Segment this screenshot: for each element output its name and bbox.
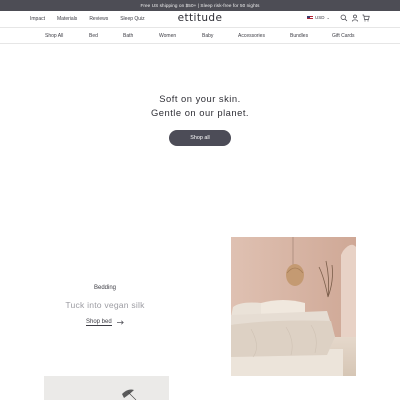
currency-selector[interactable]: USD ⌄ [307, 15, 330, 20]
bedding-headline: Tuck into vegan silk [65, 300, 145, 310]
currency-label: USD [315, 15, 325, 20]
bedroom-illustration [231, 237, 356, 376]
category-bundles[interactable]: Bundles [290, 33, 308, 39]
category-nav: Shop All Bed Bath Women Baby Accessories… [0, 27, 400, 44]
category-accessories[interactable]: Accessories [238, 33, 265, 39]
us-flag-icon [307, 15, 313, 20]
shop-bed-link[interactable]: Shop bed [86, 319, 124, 326]
promo-text: Free US shipping on $50+ | Sleep risk-fr… [140, 3, 260, 8]
hero-section: Soft on your skin. Gentle on our planet. [0, 92, 400, 119]
category-baby[interactable]: Baby [202, 33, 213, 39]
promo-banner: Free US shipping on $50+ | Sleep risk-fr… [0, 0, 400, 11]
bedding-eyebrow: Bedding [93, 285, 117, 291]
category-bed[interactable]: Bed [89, 33, 98, 39]
category-gift-cards[interactable]: Gift Cards [332, 33, 355, 39]
account-icon[interactable] [351, 14, 359, 22]
hero-heading-line1: Soft on your skin. [159, 93, 241, 104]
site-header: Impact Materials Reviews Sleep Quiz etti… [0, 11, 400, 27]
product-photo[interactable] [44, 376, 169, 400]
search-icon[interactable] [340, 14, 348, 22]
category-shop-all[interactable]: Shop All [45, 33, 63, 39]
category-women[interactable]: Women [159, 33, 176, 39]
header-icons [340, 14, 370, 22]
bedroom-photo[interactable] [231, 237, 356, 376]
category-bath[interactable]: Bath [123, 33, 133, 39]
hero-heading-line2: Gentle on our planet. [150, 106, 250, 118]
cart-icon[interactable] [362, 14, 370, 22]
chevron-down-icon: ⌄ [326, 15, 330, 20]
shop-bed-label: Shop bed [86, 319, 112, 326]
bedding-promo: Bedding Tuck into vegan silk Shop bed [0, 285, 210, 326]
arrow-right-icon [116, 320, 124, 325]
shop-all-button[interactable]: Shop all [169, 130, 231, 146]
product-illustration [44, 376, 169, 400]
